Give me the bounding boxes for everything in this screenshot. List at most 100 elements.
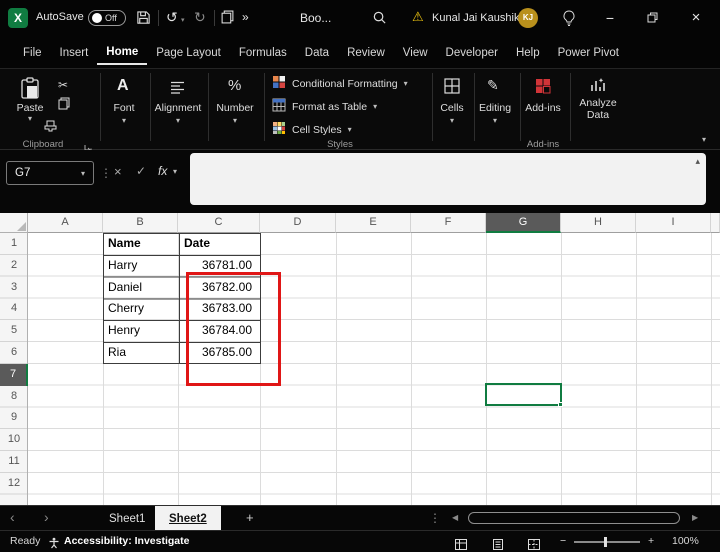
format-painter-icon[interactable] [44, 119, 57, 137]
paste-button[interactable]: Paste [8, 102, 52, 114]
cell-c6[interactable]: 36785.00 [178, 342, 260, 364]
fx-dropdown-icon[interactable]: ▾ [173, 167, 177, 176]
formula-bar-expand-icon[interactable]: ▴ [695, 156, 700, 167]
copy-icon[interactable] [221, 10, 234, 29]
row-header-6[interactable]: 6 [0, 342, 28, 364]
page-break-view-icon[interactable] [528, 537, 540, 552]
format-as-table-button[interactable]: Format as Table ▾ [272, 98, 377, 115]
row-header-3[interactable]: 3 [0, 277, 28, 299]
zoom-in-icon[interactable]: + [648, 535, 654, 547]
warning-icon[interactable]: ⚠ [412, 9, 424, 25]
ribbon-collapse-icon[interactable]: ▾ [696, 135, 712, 144]
normal-view-icon[interactable] [455, 537, 467, 552]
copy-small-icon[interactable] [58, 97, 70, 115]
formula-input[interactable]: ▴ [190, 153, 706, 205]
tab-page-layout[interactable]: Page Layout [147, 40, 230, 64]
more-commands-icon[interactable]: » [242, 10, 249, 24]
paste-icon[interactable] [20, 77, 40, 104]
cell-b2[interactable]: Harry [103, 255, 177, 277]
lightbulb-icon[interactable] [562, 10, 576, 31]
grid-body[interactable]: Name Date Harry Daniel Cherry Henry Ria … [28, 233, 720, 505]
row-header-4[interactable]: 4 [0, 298, 28, 320]
cell-b4[interactable]: Cherry [103, 298, 177, 320]
search-icon[interactable] [372, 10, 387, 30]
cell-b3[interactable]: Daniel [103, 277, 177, 299]
row-header-7[interactable]: 7 [0, 364, 28, 386]
tab-help[interactable]: Help [507, 40, 549, 64]
cell-c2[interactable]: 36781.00 [178, 255, 260, 277]
alignment-button[interactable]: Alignment [150, 102, 206, 114]
name-box[interactable]: G7 ▾ [6, 161, 94, 185]
hscroll-left-icon[interactable]: ◀ [452, 513, 458, 522]
column-header-d[interactable]: D [260, 213, 336, 233]
save-icon[interactable] [136, 10, 151, 30]
tab-file[interactable]: File [14, 40, 51, 64]
page-layout-view-icon[interactable] [492, 537, 504, 552]
tab-formulas[interactable]: Formulas [230, 40, 296, 64]
font-dropdown-icon[interactable]: ▾ [100, 116, 148, 125]
cell-b5[interactable]: Henry [103, 320, 177, 342]
alignment-dropdown-icon[interactable]: ▾ [150, 116, 206, 125]
cell-b1[interactable]: Name [103, 233, 177, 255]
add-sheet-icon[interactable]: + [246, 510, 254, 525]
editing-dropdown-icon[interactable]: ▾ [472, 116, 518, 125]
restore-button[interactable] [638, 4, 666, 32]
avatar[interactable]: KJ [518, 8, 538, 28]
fill-handle[interactable] [558, 402, 563, 407]
tab-home[interactable]: Home [97, 39, 147, 65]
row-header-1[interactable]: 1 [0, 233, 28, 255]
sheet-tab-sheet1[interactable]: Sheet1 [95, 506, 159, 531]
cell-c1[interactable]: Date [178, 233, 260, 255]
horizontal-scrollbar[interactable] [466, 512, 684, 525]
accessibility-icon[interactable] [48, 536, 60, 552]
row-header-5[interactable]: 5 [0, 320, 28, 342]
row-header-9[interactable]: 9 [0, 407, 28, 429]
tab-review[interactable]: Review [338, 40, 394, 64]
addins-button[interactable]: Add-ins [520, 102, 566, 114]
tab-power-pivot[interactable]: Power Pivot [549, 40, 628, 64]
undo-dropdown-icon[interactable]: ▾ [181, 16, 185, 24]
excel-app-icon[interactable]: X [8, 8, 28, 28]
tab-data[interactable]: Data [296, 40, 338, 64]
zoom-out-icon[interactable]: − [560, 535, 566, 547]
row-header-2[interactable]: 2 [0, 255, 28, 277]
number-button[interactable]: Number [208, 102, 262, 114]
enter-entry-icon[interactable]: ✓ [136, 164, 146, 178]
tab-view[interactable]: View [394, 40, 437, 64]
cancel-entry-icon[interactable]: × [114, 164, 122, 179]
accessibility-status[interactable]: Accessibility: Investigate [64, 535, 189, 547]
sheet-nav-right-icon[interactable]: › [44, 509, 49, 525]
cell-b6[interactable]: Ria [103, 342, 177, 364]
cell-c4[interactable]: 36783.00 [178, 298, 260, 320]
cells-dropdown-icon[interactable]: ▾ [432, 116, 472, 125]
sheet-nav-left-icon[interactable]: ‹ [10, 509, 15, 525]
column-header-c[interactable]: C [178, 213, 260, 233]
column-header-b[interactable]: B [103, 213, 178, 233]
active-cell-selection[interactable] [485, 383, 562, 406]
column-header-f[interactable]: F [411, 213, 486, 233]
user-name[interactable]: Kunal Jai Kaushik [432, 12, 519, 24]
analyze-data-button[interactable]: Analyze Data [572, 97, 624, 121]
tab-options-icon[interactable]: ⋮ [429, 511, 441, 525]
zoom-slider-thumb[interactable] [604, 537, 607, 547]
cells-button[interactable]: Cells [432, 102, 472, 114]
minimize-button[interactable]: − [596, 4, 624, 32]
close-button[interactable]: × [682, 4, 710, 32]
cell-c3[interactable]: 36782.00 [178, 277, 260, 299]
insert-function-icon[interactable]: fx [158, 164, 167, 178]
column-header-e[interactable]: E [336, 213, 411, 233]
autosave-toggle[interactable]: Off [88, 10, 126, 26]
row-header-11[interactable]: 11 [0, 451, 28, 473]
hscroll-right-icon[interactable]: ▶ [692, 513, 698, 522]
undo-icon[interactable]: ↺ [166, 9, 178, 26]
cell-styles-button[interactable]: Cell Styles ▾ [272, 121, 352, 138]
column-header-h[interactable]: H [561, 213, 636, 233]
horizontal-scrollbar-thumb[interactable] [468, 512, 680, 524]
row-header-12[interactable]: 12 [0, 473, 28, 495]
row-header-10[interactable]: 10 [0, 429, 28, 451]
column-header-g[interactable]: G [486, 213, 561, 233]
drag-handle-icon[interactable]: ⋮ [100, 166, 112, 180]
number-dropdown-icon[interactable]: ▾ [208, 116, 262, 125]
font-button[interactable]: Font [100, 102, 148, 114]
column-header-a[interactable]: A [28, 213, 103, 233]
